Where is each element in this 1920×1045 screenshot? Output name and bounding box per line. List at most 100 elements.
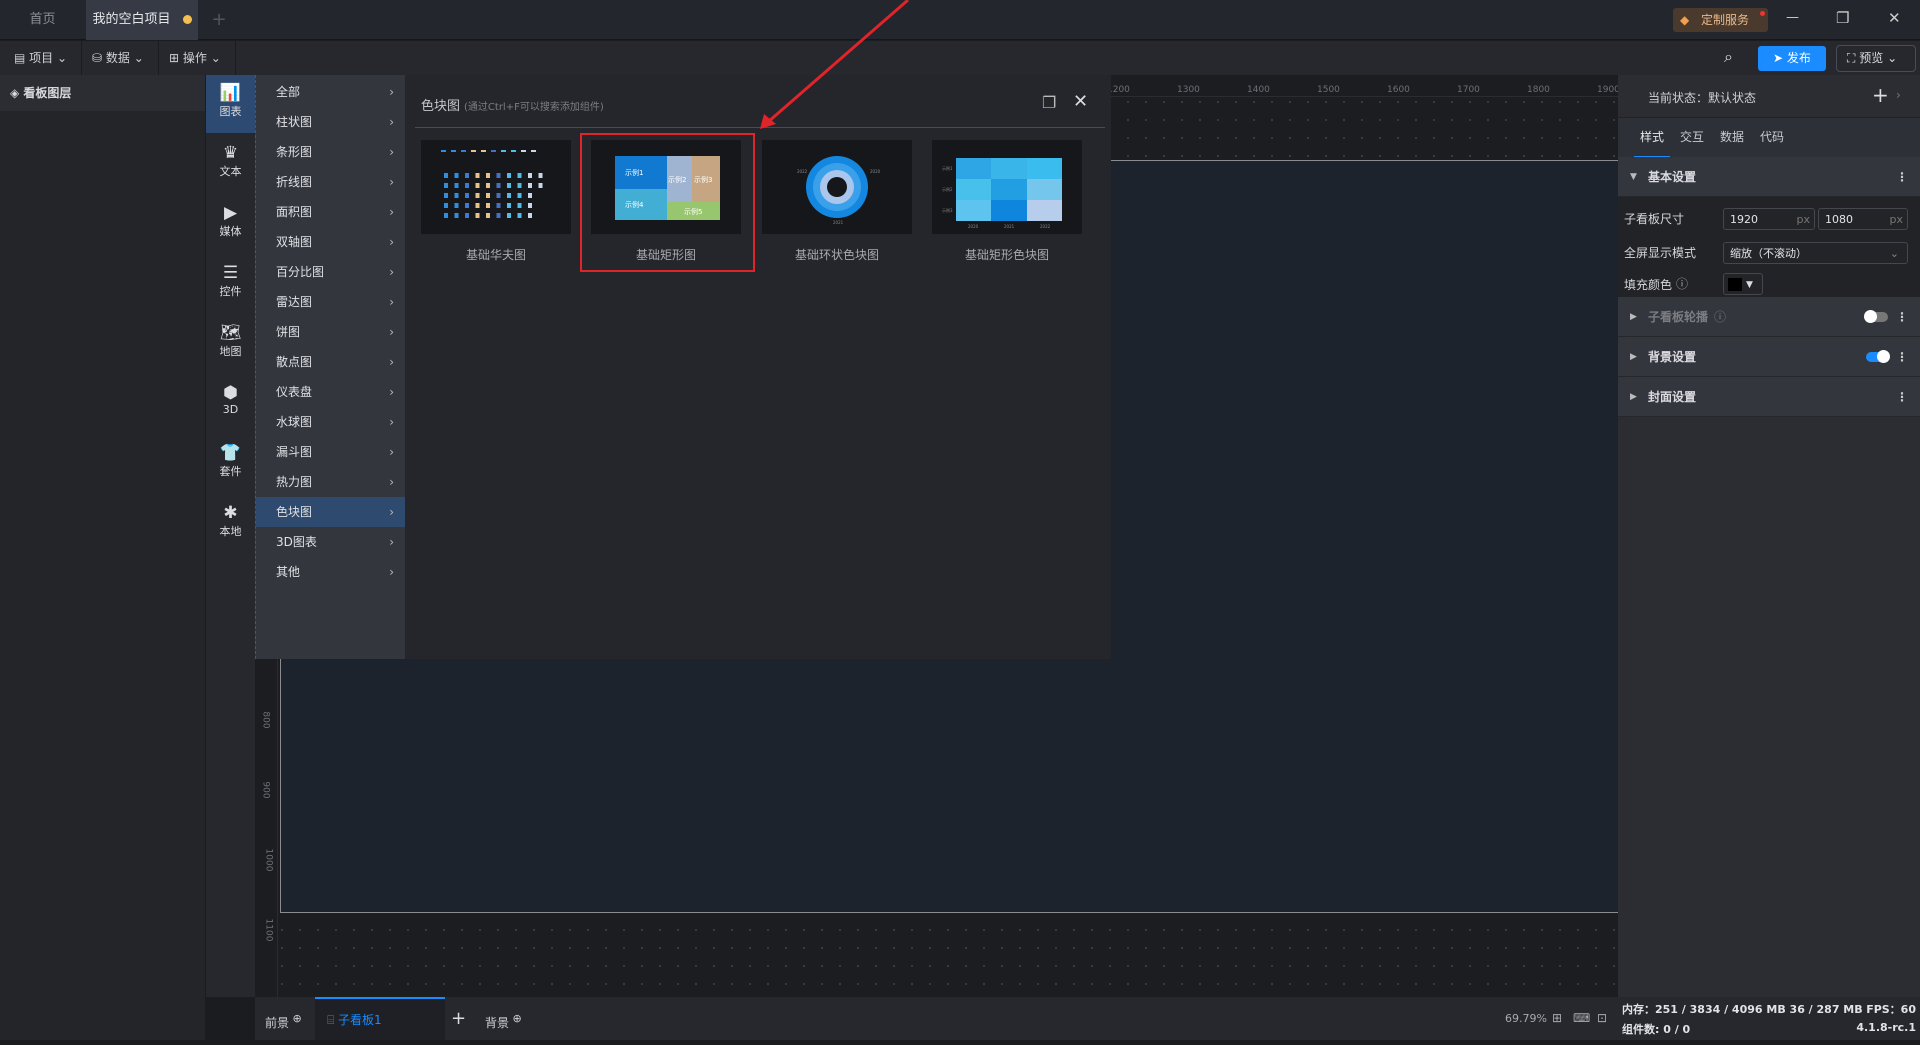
category-item[interactable]: 百分比图 › <box>256 257 406 287</box>
height-input[interactable]: 1080 px <box>1818 208 1908 230</box>
card-ring[interactable]: 2022 2020 2021 基础环状色块图 <box>762 140 912 272</box>
chevron-down-icon: ⌄ <box>210 51 221 65</box>
caret-right-icon: ▶ <box>1630 352 1637 362</box>
type-4[interactable]: 🗺 地图 <box>206 315 255 373</box>
category-item[interactable]: 仪表盘 › <box>256 377 406 407</box>
panel-tab[interactable]: 数据 <box>1714 118 1750 158</box>
ring-label: 2021 <box>833 220 844 225</box>
add-circle-icon[interactable]: ⊕ <box>509 1012 522 1025</box>
type-1[interactable]: ♛ 文本 <box>206 135 255 193</box>
operate-menu[interactable]: ⊞ 操作 ⌄ <box>159 41 236 75</box>
category-item[interactable]: 全部 › <box>256 77 406 107</box>
tab-label: 我的空白项目 <box>92 12 171 27</box>
type-7[interactable]: ✱ 本地 <box>206 495 255 553</box>
mode-label: 全屏显示模式 <box>1624 246 1697 260</box>
category-item[interactable]: 条形图 › <box>256 137 406 167</box>
category-item[interactable]: 3D图表 › <box>256 527 406 557</box>
type-5[interactable]: ⬢ 3D <box>206 375 255 433</box>
waffle-cell <box>528 193 532 198</box>
category-item[interactable]: 折线图 › <box>256 167 406 197</box>
panel-tab[interactable]: 代码 <box>1754 118 1790 158</box>
publish-label: 发布 <box>1786 51 1811 65</box>
board-label: 子看板1 <box>338 1013 382 1027</box>
more-icon[interactable]: ⋮ <box>1896 157 1908 197</box>
category-item[interactable]: 双轴图 › <box>256 227 406 257</box>
close-dialog-button[interactable]: ✕ <box>1073 91 1088 112</box>
waffle-cell <box>465 213 469 218</box>
waffle-cell <box>465 193 469 198</box>
section-background[interactable]: ▶ 背景设置 ⋮ <box>1618 337 1920 377</box>
foreground-tab[interactable]: 前景 ⊕ <box>265 997 302 1040</box>
category-item[interactable]: 面积图 › <box>256 197 406 227</box>
card-label: 基础华夫图 <box>465 248 526 262</box>
category-item[interactable]: 柱状图 › <box>256 107 406 137</box>
file-icon: ▤ <box>14 51 30 65</box>
section-title: 基本设置 <box>1648 170 1697 184</box>
ruler-label: 1600 <box>1387 85 1410 95</box>
type-label: 控件 <box>219 285 242 298</box>
chevron-right-icon[interactable]: › <box>1896 88 1901 102</box>
highlight-box <box>580 133 755 272</box>
tab-home[interactable]: 首页 <box>0 0 85 40</box>
category-item[interactable]: 色块图 › <box>256 497 406 527</box>
width-input[interactable]: 1920 px <box>1723 208 1815 230</box>
custom-service-button[interactable]: ◆ 定制服务 <box>1673 8 1768 32</box>
search-icon[interactable]: ⌕ <box>1724 47 1733 67</box>
category-label: 柱状图 <box>276 115 313 129</box>
type-6[interactable]: 👕 套件 <box>206 435 255 493</box>
card-heat[interactable]: 示例1 示例2 示例3 2020 2021 2022 基础矩形色块图 <box>932 140 1082 272</box>
category-item[interactable]: 热力图 › <box>256 467 406 497</box>
ruler-label: 1500 <box>1317 85 1340 95</box>
section-carousel[interactable]: ▶ 子看板轮播 ⓘ ⋮ <box>1618 297 1920 337</box>
close-button[interactable]: ✕ <box>1888 9 1901 27</box>
category-item[interactable]: 其他 › <box>256 557 406 587</box>
section-basic[interactable]: ▼ 基本设置 ⋮ <box>1618 157 1920 197</box>
restore-button[interactable]: ❐ <box>1836 9 1849 27</box>
panel-tab[interactable]: 样式 <box>1634 118 1670 158</box>
more-icon[interactable]: ⋮ <box>1896 297 1908 337</box>
add-board-button[interactable]: + <box>451 997 466 1040</box>
fill-color-picker[interactable]: ▼ <box>1723 273 1763 295</box>
background-tab[interactable]: 背景 ⊕ <box>485 997 522 1040</box>
background-toggle[interactable] <box>1866 350 1890 363</box>
project-menu[interactable]: ▤ 项目 ⌄ <box>4 41 82 75</box>
terminal-icon[interactable]: ⊡ <box>1597 997 1607 1040</box>
copy-icon[interactable]: ❐ <box>1042 93 1056 112</box>
category-item[interactable]: 饼图 › <box>256 317 406 347</box>
display-mode-select[interactable]: 缩放（不滚动） ⌄ <box>1723 242 1908 264</box>
tab-project[interactable]: 我的空白项目 <box>86 0 198 40</box>
more-icon[interactable]: ⋮ <box>1896 377 1908 417</box>
waffle-cell <box>538 183 543 188</box>
type-2[interactable]: ▶ 媒体 <box>206 195 255 253</box>
zoom-level[interactable]: 69.79% <box>1505 997 1547 1040</box>
type-0[interactable]: 📊 图表 <box>206 75 255 133</box>
category-item[interactable]: 雷达图 › <box>256 287 406 317</box>
card-waffle[interactable]: 基础华夫图 <box>421 140 571 272</box>
board-tab[interactable]: ⌸ 子看板1 <box>315 997 445 1040</box>
toggle-knob <box>1877 350 1890 363</box>
carousel-toggle[interactable] <box>1864 310 1888 323</box>
add-state-button[interactable]: + <box>1872 83 1889 107</box>
help-icon[interactable]: ⓘ <box>1714 310 1726 324</box>
notification-dot <box>1760 11 1765 16</box>
data-menu[interactable]: ⛁ 数据 ⌄ <box>82 41 159 75</box>
chevron-right-icon: › <box>389 355 394 369</box>
type-icon: 📊 <box>219 83 242 103</box>
section-cover[interactable]: ▶ 封面设置 ⋮ <box>1618 377 1920 417</box>
more-icon[interactable]: ⋮ <box>1896 337 1908 377</box>
add-tab-button[interactable]: + <box>200 0 238 40</box>
category-item[interactable]: 水球图 › <box>256 407 406 437</box>
keyboard-icon[interactable]: ⌨ <box>1573 997 1590 1040</box>
category-item[interactable]: 散点图 › <box>256 347 406 377</box>
type-3[interactable]: ☰ 控件 <box>206 255 255 313</box>
panel-tab[interactable]: 交互 <box>1674 118 1710 158</box>
fit-screen-icon[interactable]: ⊞ <box>1552 997 1562 1040</box>
add-circle-icon[interactable]: ⊕ <box>289 1012 302 1025</box>
preview-button[interactable]: ⛶ 预览 ⌄ <box>1836 45 1916 72</box>
help-icon[interactable]: ⓘ <box>1676 275 1688 292</box>
category-item[interactable]: 漏斗图 › <box>256 437 406 467</box>
minimize-button[interactable]: — <box>1786 10 1799 25</box>
caret-down-icon: ▼ <box>1630 172 1637 182</box>
publish-button[interactable]: ➤ 发布 <box>1758 46 1826 71</box>
category-label: 仪表盘 <box>276 385 313 399</box>
